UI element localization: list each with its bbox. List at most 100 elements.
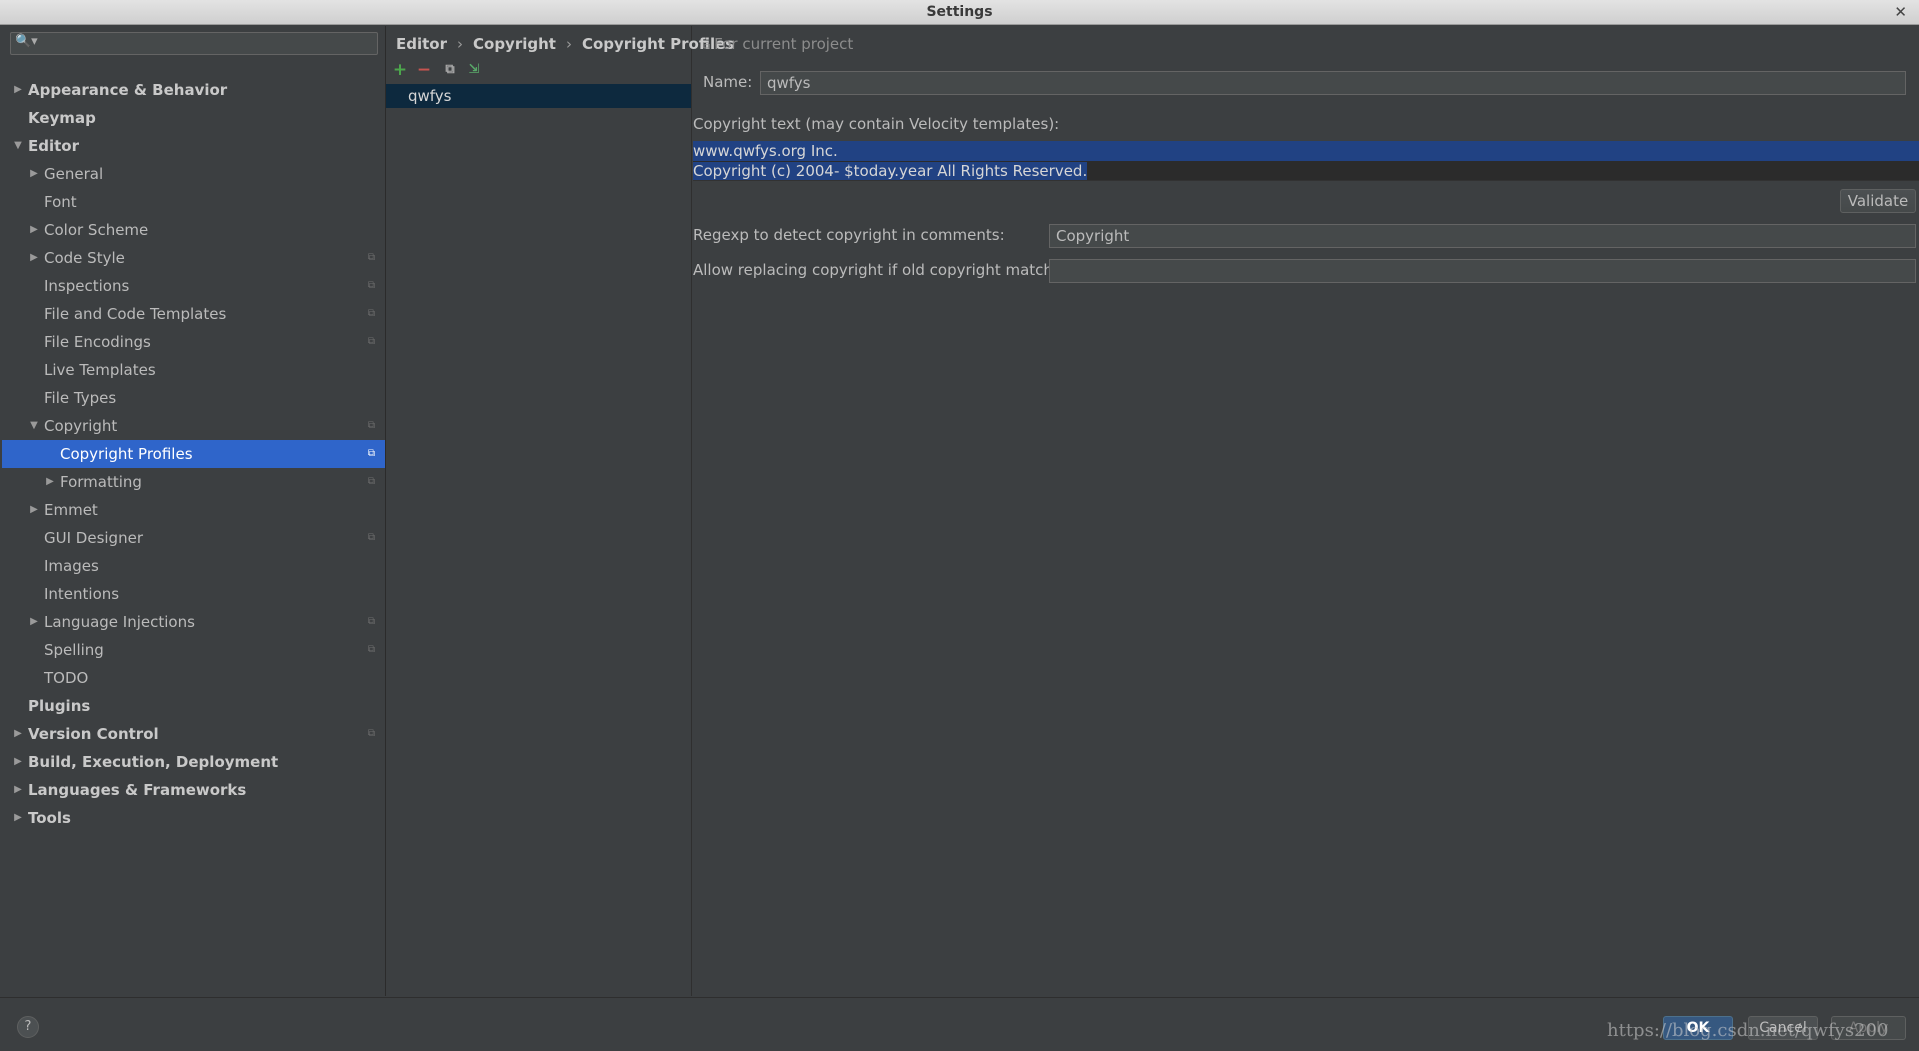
expand-down-icon[interactable]: ▼ bbox=[12, 132, 24, 160]
tree-item[interactable]: ▶ Version Control ⧉ bbox=[2, 720, 385, 748]
tree-item[interactable]: ▶ Languages & Frameworks bbox=[2, 776, 385, 804]
tree-item[interactable]: File Encodings ⧉ bbox=[2, 328, 385, 356]
project-scope-icon: ⧉ bbox=[367, 308, 375, 319]
allow-replace-label: Allow replacing copyright if old copyrig… bbox=[693, 261, 1076, 279]
project-scope-icon: ⧉ bbox=[367, 476, 375, 487]
copy-icon[interactable]: ⧉ bbox=[440, 60, 460, 80]
project-scope-icon: ⧉ bbox=[703, 41, 711, 52]
search-icon: 🔍▾ bbox=[15, 34, 38, 49]
profile-item[interactable]: qwfys bbox=[386, 84, 691, 108]
tree-item[interactable]: ▶ Code Style ⧉ bbox=[2, 244, 385, 272]
project-scope-icon: ⧉ bbox=[367, 336, 375, 347]
expand-right-icon[interactable]: ▶ bbox=[12, 804, 24, 832]
expand-right-icon[interactable]: ▶ bbox=[28, 244, 40, 272]
expand-right-icon[interactable]: ▶ bbox=[12, 720, 24, 748]
profiles-panel: + − ⧉ ⇲ qwfys bbox=[386, 26, 692, 996]
tree-item[interactable]: ▶ General bbox=[2, 160, 385, 188]
expand-right-icon[interactable]: ▶ bbox=[28, 160, 40, 188]
project-scope-icon: ⧉ bbox=[367, 532, 375, 543]
tree-item-label: GUI Designer bbox=[44, 529, 143, 547]
expand-right-icon[interactable]: ▶ bbox=[28, 608, 40, 636]
expand-right-icon[interactable]: ▶ bbox=[12, 748, 24, 776]
project-scope-icon: ⧉ bbox=[367, 448, 375, 459]
tree-item[interactable]: Plugins bbox=[2, 692, 385, 720]
tree-item-label: Version Control bbox=[28, 725, 159, 743]
remove-icon[interactable]: − bbox=[414, 60, 434, 80]
tree-item[interactable]: Font bbox=[2, 188, 385, 216]
tree-item[interactable]: ▶ Language Injections ⧉ bbox=[2, 608, 385, 636]
breadcrumb-separator: › bbox=[565, 35, 572, 53]
tree-item[interactable]: Keymap bbox=[2, 104, 385, 132]
tree-item-label: Keymap bbox=[28, 109, 96, 127]
tree-item-label: Live Templates bbox=[44, 361, 156, 379]
validate-button[interactable]: Validate bbox=[1840, 189, 1916, 213]
tree-item[interactable]: ▶ Tools bbox=[2, 804, 385, 832]
search-input[interactable]: 🔍▾ bbox=[10, 32, 378, 55]
settings-sidebar: 🔍▾ ▶ Appearance & Behavior Keymap ▼ Editor ▶ G… bbox=[2, 26, 386, 996]
tree-item[interactable]: Inspections ⧉ bbox=[2, 272, 385, 300]
tree-item-label: TODO bbox=[44, 669, 89, 687]
copyright-line-2-text: Copyright (c) 2004- $today.year All Righ… bbox=[693, 162, 1088, 180]
tree-item[interactable]: Spelling ⧉ bbox=[2, 636, 385, 664]
copyright-line-2: Copyright (c) 2004- $today.year All Righ… bbox=[693, 161, 1088, 181]
tree-item[interactable]: ▶ Formatting ⧉ bbox=[2, 468, 385, 496]
name-field[interactable]: qwfys bbox=[760, 71, 1906, 95]
window-title: Settings bbox=[926, 4, 993, 20]
copyright-text-label: Copyright text (may contain Velocity tem… bbox=[693, 115, 1060, 133]
tree-item-label: File Encodings bbox=[44, 333, 151, 351]
expand-right-icon[interactable]: ▶ bbox=[12, 76, 24, 104]
tree-item-label: File and Code Templates bbox=[44, 305, 227, 323]
add-icon[interactable]: + bbox=[390, 60, 410, 80]
tree-item[interactable]: TODO bbox=[2, 664, 385, 692]
tree-item[interactable]: Intentions bbox=[2, 580, 385, 608]
scope-label: For current project bbox=[714, 35, 854, 53]
tree-item-label: Editor bbox=[28, 137, 79, 155]
tree-item-label: Inspections bbox=[44, 277, 130, 295]
project-scope-icon: ⧉ bbox=[367, 644, 375, 655]
project-scope-icon: ⧉ bbox=[367, 616, 375, 627]
close-icon[interactable]: ✕ bbox=[1894, 0, 1907, 25]
tree-item[interactable]: ▼ Editor bbox=[2, 132, 385, 160]
tree-item[interactable]: GUI Designer ⧉ bbox=[2, 524, 385, 552]
expand-right-icon[interactable]: ▶ bbox=[28, 496, 40, 524]
expand-right-icon[interactable]: ▶ bbox=[44, 468, 56, 496]
tree-item[interactable]: ▶ Build, Execution, Deployment bbox=[2, 748, 385, 776]
project-scope-icon: ⧉ bbox=[367, 728, 375, 739]
help-icon[interactable]: ? bbox=[17, 1016, 39, 1038]
tree-item-label: Language Injections bbox=[44, 613, 195, 631]
scope-hint: ⧉ For current project bbox=[703, 33, 853, 55]
expand-right-icon[interactable]: ▶ bbox=[12, 776, 24, 804]
tree-item-label: Copyright bbox=[44, 417, 118, 435]
tree-item-label: Images bbox=[44, 557, 99, 575]
tree-item[interactable]: ▶ Color Scheme bbox=[2, 216, 385, 244]
tree-item-label: Languages & Frameworks bbox=[28, 781, 247, 799]
window-titlebar: Settings ✕ bbox=[0, 0, 1919, 25]
tree-item[interactable]: ▶ Appearance & Behavior bbox=[2, 76, 385, 104]
expand-down-icon[interactable]: ▼ bbox=[28, 412, 40, 440]
allow-replace-field[interactable] bbox=[1049, 259, 1916, 283]
copyright-text-editor[interactable]: www.qwfys.org Inc. Copyright (c) 2004- $… bbox=[693, 141, 1919, 181]
tree-item-label: Appearance & Behavior bbox=[28, 81, 228, 99]
tree-item[interactable]: ▶ Emmet bbox=[2, 496, 385, 524]
breadcrumb: Editor › Copyright › Copyright Profiles bbox=[396, 33, 734, 55]
name-label: Name: bbox=[703, 73, 753, 91]
project-scope-icon: ⧉ bbox=[367, 252, 375, 263]
regexp-field[interactable]: Copyright bbox=[1049, 224, 1916, 248]
tree-item[interactable]: Copyright Profiles ⧉ bbox=[2, 440, 385, 468]
tree-item-label: Code Style bbox=[44, 249, 125, 267]
import-icon[interactable]: ⇲ bbox=[464, 60, 484, 80]
breadcrumb-copyright: Copyright bbox=[473, 35, 556, 53]
tree-item-label: Tools bbox=[28, 809, 71, 827]
tree-item[interactable]: File Types bbox=[2, 384, 385, 412]
breadcrumb-editor: Editor bbox=[396, 35, 447, 53]
tree-item[interactable]: ▼ Copyright ⧉ bbox=[2, 412, 385, 440]
tree-item[interactable]: Images bbox=[2, 552, 385, 580]
tree-item-label: Formatting bbox=[60, 473, 142, 491]
tree-item[interactable]: File and Code Templates ⧉ bbox=[2, 300, 385, 328]
tree-item-label: File Types bbox=[44, 389, 117, 407]
tree-item[interactable]: Live Templates bbox=[2, 356, 385, 384]
tree-item-label: Spelling bbox=[44, 641, 104, 659]
tree-item-label: Intentions bbox=[44, 585, 120, 603]
expand-right-icon[interactable]: ▶ bbox=[28, 216, 40, 244]
watermark: https://blog.csdn.net/qwfys200 bbox=[1607, 1020, 1889, 1041]
